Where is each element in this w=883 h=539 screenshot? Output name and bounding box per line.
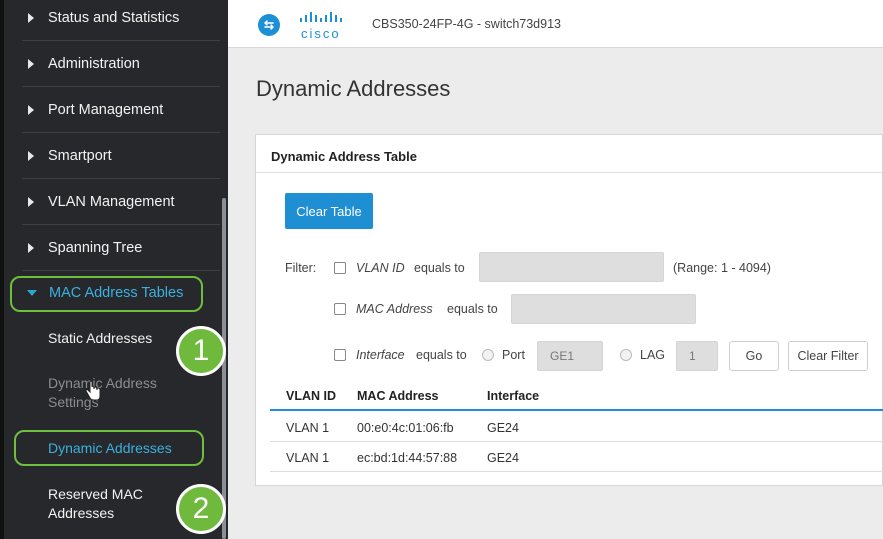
sidebar-item-label: Spanning Tree xyxy=(48,239,143,256)
vlan-equals-label: equals to xyxy=(414,261,465,275)
table-cell-vlan: VLAN 1 xyxy=(286,421,330,435)
table-header-divider xyxy=(270,409,883,411)
filter-label: Filter: xyxy=(285,261,317,275)
highlight-mac-address-tables xyxy=(10,276,203,312)
vlan-id-label: VLAN ID xyxy=(356,261,405,275)
dynamic-address-panel: Dynamic Address Table Clear Table Filter… xyxy=(255,134,883,486)
table-row-divider xyxy=(270,441,883,442)
go-button[interactable]: Go xyxy=(729,341,779,371)
highlight-dynamic-addresses xyxy=(14,430,204,466)
clear-table-button[interactable]: Clear Table xyxy=(285,193,373,229)
page-title: Dynamic Addresses xyxy=(256,76,451,101)
lag-label: LAG xyxy=(640,348,666,362)
sidebar-item-vlan-management[interactable]: VLAN Management xyxy=(22,179,220,225)
sidebar-subitem-static-addresses[interactable]: Static Addresses xyxy=(48,329,152,348)
column-header-vlan-id[interactable]: VLAN ID xyxy=(286,389,336,403)
table-cell-interface: GE24 xyxy=(487,421,519,435)
table-cell-vlan: VLAN 1 xyxy=(286,451,330,465)
step-badge-1: 1 xyxy=(176,326,226,376)
vlan-id-checkbox[interactable] xyxy=(334,262,346,274)
table-row-divider xyxy=(270,471,883,472)
table-cell-mac: ec:bd:1d:44:57:88 xyxy=(357,451,458,465)
panel-header: Dynamic Address Table xyxy=(256,135,882,173)
clear-filter-button[interactable]: Clear Filter xyxy=(788,341,868,371)
sidebar-item-label: Smartport xyxy=(48,147,112,164)
sidebar-item-administration[interactable]: Administration xyxy=(22,41,220,87)
sidebar-item-smartport[interactable]: Smartport xyxy=(22,133,220,179)
sidebar-item-spanning-tree[interactable]: Spanning Tree xyxy=(22,225,220,271)
column-header-interface[interactable]: Interface xyxy=(487,389,539,403)
expand-arrow-icon xyxy=(28,150,34,161)
device-name: CBS350-24FP-4G - switch73d913 xyxy=(372,17,561,31)
step-badge-2: 2 xyxy=(176,484,226,534)
interface-equals-label: equals to xyxy=(416,348,467,362)
expand-arrow-icon xyxy=(28,242,34,253)
lag-radio[interactable] xyxy=(620,349,632,361)
sidebar-item-label: Port Management xyxy=(48,101,164,118)
column-header-mac-address[interactable]: MAC Address xyxy=(357,389,439,403)
vlan-id-input[interactable] xyxy=(479,252,664,282)
sidebar-item-label: Administration xyxy=(48,55,140,72)
port-label: Port xyxy=(502,348,525,362)
cisco-logo-text: cisco xyxy=(301,26,341,41)
menu-toggle-icon[interactable]: ⇆ xyxy=(258,14,280,36)
expand-arrow-icon xyxy=(28,12,34,23)
sidebar-subitem-dynamic-address-settings-line1[interactable]: Dynamic Address xyxy=(48,374,157,393)
lag-select[interactable]: 1 xyxy=(676,341,718,371)
sidebar-scrollbar[interactable] xyxy=(222,198,226,539)
mac-address-label: MAC Address xyxy=(356,302,433,316)
mac-address-checkbox[interactable] xyxy=(334,303,346,315)
expand-arrow-icon xyxy=(28,196,34,207)
table-cell-interface: GE24 xyxy=(487,451,519,465)
sidebar-item-status-statistics[interactable]: Status and Statistics xyxy=(22,0,220,41)
sidebar-item-label: Status and Statistics xyxy=(48,9,180,26)
table-cell-mac: 00:e0:4c:01:06:fb xyxy=(357,421,454,435)
interface-checkbox[interactable] xyxy=(334,349,346,361)
expand-arrow-icon xyxy=(28,58,34,69)
sidebar-item-port-management[interactable]: Port Management xyxy=(22,87,220,133)
mac-equals-label: equals to xyxy=(447,302,498,316)
hand-cursor-icon xyxy=(85,380,101,401)
sidebar-subitem-reserved-mac-line2[interactable]: Addresses xyxy=(48,504,114,523)
sidebar-item-label: VLAN Management xyxy=(48,193,175,210)
port-radio[interactable] xyxy=(482,349,494,361)
expand-arrow-icon xyxy=(28,104,34,115)
sidebar-subitem-reserved-mac-line1[interactable]: Reserved MAC xyxy=(48,485,143,504)
header: ⇆ cisco CBS350-24FP-4G - switch73d913 xyxy=(228,0,883,48)
cisco-logo-icon xyxy=(300,12,342,22)
mac-address-input[interactable] xyxy=(511,294,696,324)
port-select[interactable]: GE1 xyxy=(537,341,603,371)
interface-label: Interface xyxy=(356,348,405,362)
panel-title: Dynamic Address Table xyxy=(271,149,417,164)
vlan-range-hint: (Range: 1 - 4094) xyxy=(673,261,771,275)
